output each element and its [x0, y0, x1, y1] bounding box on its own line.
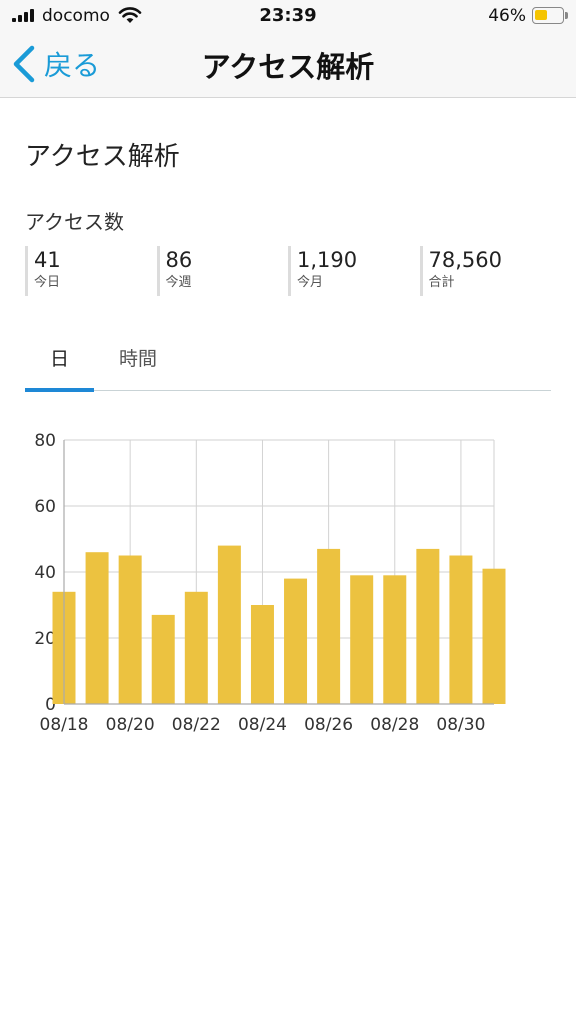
battery-icon [532, 7, 564, 24]
tab-hour[interactable]: 時間 [105, 340, 171, 390]
y-tick-label: 80 [34, 431, 56, 451]
battery-level-fill [535, 10, 547, 20]
y-tick-label: 40 [34, 563, 56, 583]
x-tick-label: 08/28 [370, 715, 419, 735]
battery-percentage: 46% [488, 6, 526, 26]
bar [317, 548, 341, 704]
bar [118, 555, 142, 704]
navigation-bar: 戻る アクセス解析 [0, 34, 576, 98]
bar [85, 552, 109, 704]
bar [449, 555, 473, 704]
x-tick-label: 08/24 [238, 715, 287, 735]
access-stats: 41 今日 86 今週 1,190 今月 78,560 合計 [25, 246, 551, 296]
x-tick-label: 08/22 [172, 715, 221, 735]
stat-value: 78,560 [428, 248, 502, 272]
bar [151, 614, 175, 704]
bar [217, 545, 241, 704]
stat-value: 41 [34, 248, 61, 272]
bar [350, 575, 374, 704]
stat-today: 41 今日 [25, 246, 157, 296]
status-bar: docomo 23:39 46% [0, 0, 576, 34]
bar [482, 568, 506, 704]
x-tick-label: 08/26 [304, 715, 353, 735]
bar [284, 578, 308, 704]
daily-access-bar-chart: 02040608008/18 08/20 08/22 08/24 08/26 08/28 0… [34, 431, 506, 735]
stat-label: 今週 [165, 275, 192, 290]
bar [250, 605, 274, 704]
bar [383, 575, 407, 704]
x-tick-label: 08/18 [40, 715, 89, 735]
stat-this-week: 86 今週 [156, 246, 289, 296]
x-tick-label: 08/30 [436, 715, 485, 735]
nav-title: アクセス解析 [201, 50, 375, 84]
y-tick-label: 60 [34, 497, 56, 517]
battery-tip [565, 12, 568, 19]
stat-label: 今月 [297, 275, 324, 290]
stat-label: 今日 [34, 275, 61, 290]
tab-day[interactable]: 日 [25, 340, 94, 392]
page-title: アクセス解析 [25, 142, 180, 172]
x-tick-label: 08/20 [106, 715, 155, 735]
stat-this-month: 1,190 今月 [288, 246, 420, 296]
stat-total: 78,560 合計 [419, 246, 552, 296]
bar [416, 548, 440, 704]
bar [184, 591, 208, 704]
stat-value: 1,190 [297, 248, 358, 272]
stat-value: 86 [165, 248, 193, 272]
access-count-label: アクセス数 [25, 210, 124, 234]
period-tabs: 日 時間 [25, 340, 551, 392]
stat-label: 合計 [428, 275, 455, 290]
